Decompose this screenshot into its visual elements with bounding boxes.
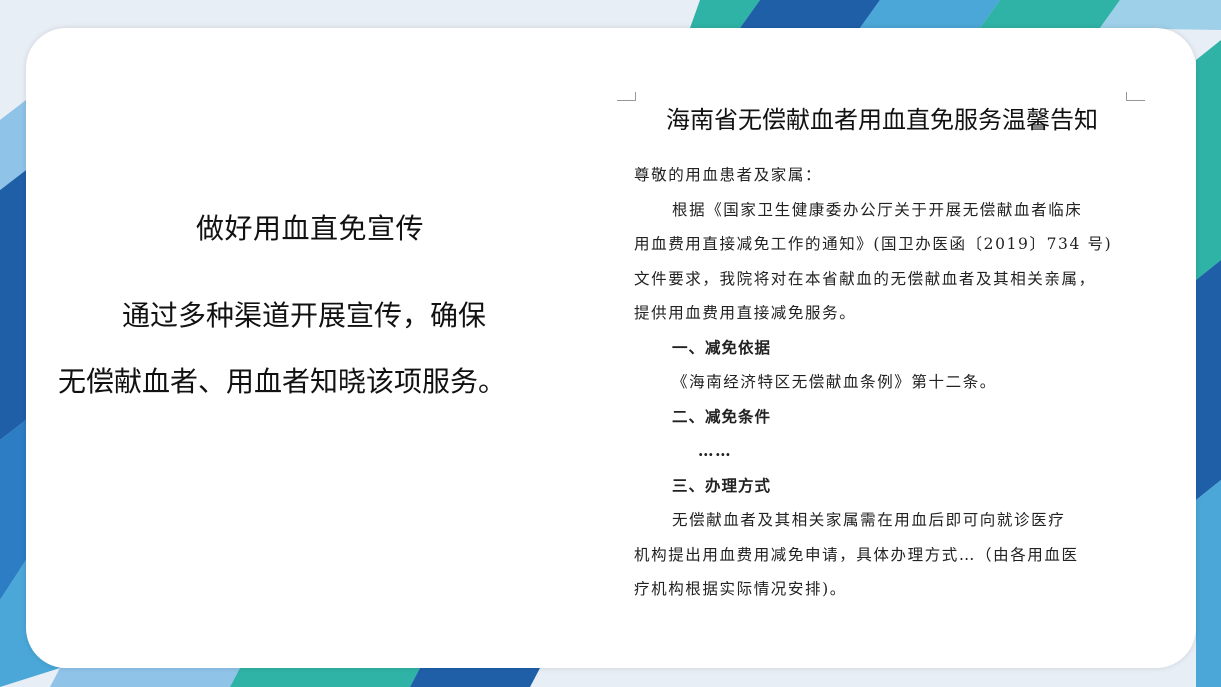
paragraph-line: 机构提出用血费用减免申请，具体办理方式…（由各用血医 (634, 545, 1079, 564)
paragraph-line: 疗机构根据实际情况安排)。 (634, 580, 847, 598)
paragraph-line: 无偿献血者及其相关家属需在用血后即可向就诊医疗 (672, 511, 1066, 529)
section-heading-basis: 一、减免依据 (672, 338, 772, 357)
section-heading-method: 三、办理方式 (672, 476, 772, 495)
left-text-line-1: 通过多种渠道开展宣传，确保 (122, 299, 487, 332)
basis-text: 《海南经济特区无偿献血条例》第十二条。 (672, 373, 997, 391)
paragraph-line: 提供用血费用直接减免服务。 (634, 304, 857, 322)
left-heading: 做好用血直免宣传 (195, 212, 424, 245)
ellipsis: …… (698, 441, 733, 460)
paragraph-line: 文件要求，我院将对在本省献血的无偿献血者及其相关亲属， (634, 269, 1096, 288)
paragraph-line: 用血费用直接减免工作的通知》(国卫办医函〔2019〕734 号) (634, 235, 1113, 253)
salutation: 尊敬的用血患者及家属： (634, 166, 823, 184)
section-heading-conditions: 二、减免条件 (672, 407, 772, 426)
document-body: 尊敬的用血患者及家属： 根据《国家卫生健康委办公厅关于开展无偿献血者临床 用血费… (634, 158, 1154, 607)
left-text-line-2: 无偿献血者、用血者知晓该项服务。 (58, 365, 507, 398)
paragraph-line: 根据《国家卫生健康委办公厅关于开展无偿献血者临床 (672, 200, 1083, 219)
document-title: 海南省无偿献血者用血直免服务温馨告知 (666, 106, 1098, 134)
